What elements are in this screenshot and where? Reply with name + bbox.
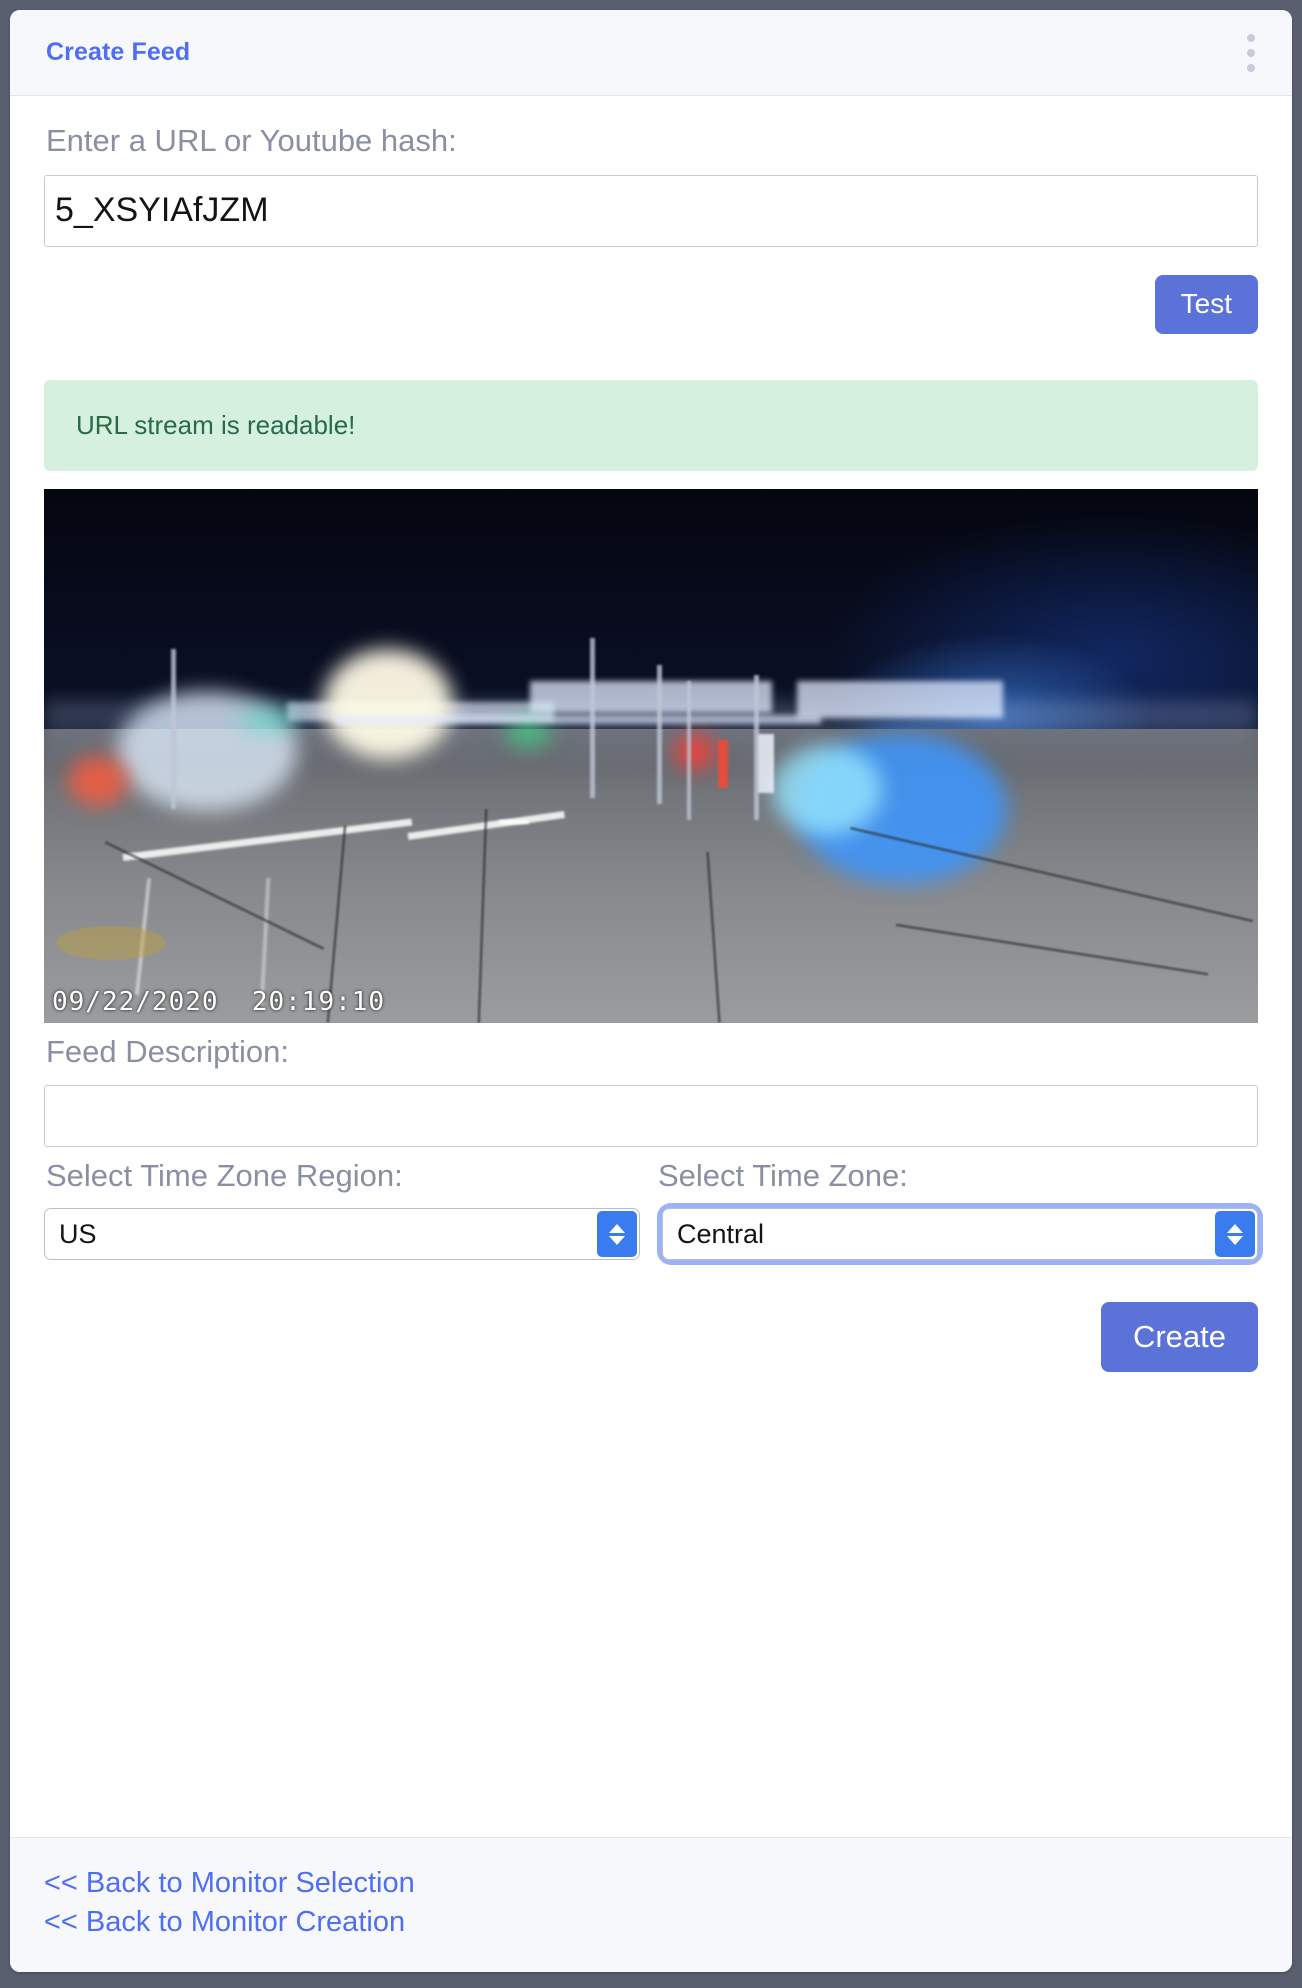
kebab-dot xyxy=(1247,48,1255,57)
card-header: Create Feed xyxy=(10,10,1292,96)
timezone-select[interactable]: Central xyxy=(662,1208,1258,1261)
create-feed-card: Create Feed Enter a URL or Youtube hash:… xyxy=(10,10,1292,1972)
preview-traffic-signal xyxy=(757,734,774,793)
stream-preview[interactable]: 09/22/2020 20:19:10 xyxy=(44,488,1258,1023)
page-title: Create Feed xyxy=(46,38,191,66)
back-to-monitor-selection-link[interactable]: << Back to Monitor Selection xyxy=(44,1864,1258,1903)
preview-pole xyxy=(590,638,596,799)
preview-road xyxy=(44,728,1258,1023)
card-footer: << Back to Monitor Selection << Back to … xyxy=(10,1836,1292,1972)
url-input[interactable] xyxy=(44,174,1258,247)
description-field-label: Feed Description: xyxy=(46,1033,289,1069)
preview-building xyxy=(796,680,1004,719)
timezone-labels-row: Select Time Zone Region: Select Time Zon… xyxy=(44,1157,1258,1206)
kebab-menu-icon[interactable] xyxy=(1238,32,1264,74)
test-button-row: Test xyxy=(44,274,1258,334)
stepper-arrows-icon[interactable] xyxy=(597,1211,637,1258)
status-alert: URL stream is readable! xyxy=(44,379,1258,471)
timezone-region-select[interactable]: US xyxy=(44,1208,640,1261)
kebab-dot xyxy=(1247,33,1255,42)
timezone-region-select-value[interactable]: US xyxy=(44,1208,640,1261)
chevron-down-icon xyxy=(609,1235,625,1245)
card-body: Enter a URL or Youtube hash: Test URL st… xyxy=(10,96,1292,1837)
kebab-dot xyxy=(1247,63,1255,72)
preview-pole xyxy=(657,664,663,804)
preview-traffic-signal xyxy=(717,739,728,788)
timezone-select-value[interactable]: Central xyxy=(662,1208,1258,1261)
chevron-up-icon xyxy=(609,1223,625,1233)
url-field-label: Enter a URL or Youtube hash: xyxy=(46,123,457,158)
preview-pole xyxy=(687,680,692,820)
chevron-up-icon xyxy=(1227,1223,1243,1233)
test-button[interactable]: Test xyxy=(1154,274,1258,334)
timezone-region-label: Select Time Zone Region: xyxy=(46,1158,403,1194)
timezone-selects-row: US Central xyxy=(44,1208,1258,1261)
preview-timestamp: 09/22/2020 20:19:10 xyxy=(52,986,386,1017)
back-to-monitor-creation-link[interactable]: << Back to Monitor Creation xyxy=(44,1903,1258,1942)
preview-building xyxy=(529,680,773,713)
preview-pole xyxy=(171,648,177,809)
create-button-row: Create xyxy=(44,1302,1258,1373)
preview-light-row xyxy=(335,715,821,725)
timezone-label: Select Time Zone: xyxy=(658,1158,908,1194)
chevron-down-icon xyxy=(1227,1235,1243,1245)
create-button[interactable]: Create xyxy=(1100,1302,1258,1373)
description-input[interactable] xyxy=(44,1085,1258,1148)
stepper-arrows-icon[interactable] xyxy=(1215,1211,1255,1258)
preview-lane-arrow xyxy=(499,819,530,824)
